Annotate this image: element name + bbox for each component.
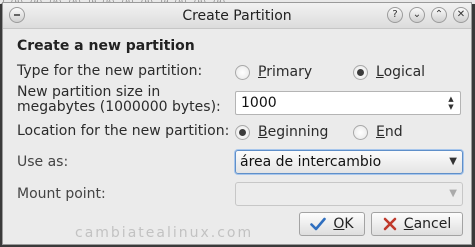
mount-point-label: Mount point: [17, 186, 106, 202]
radio-end-circle[interactable] [353, 124, 368, 140]
size-label-line2: megabytes (1000000 bytes): [17, 99, 221, 115]
radio-beginning-label: Beginning [258, 124, 329, 140]
radio-beginning[interactable]: Beginning [235, 124, 328, 140]
use-as-select[interactable]: área de intercambio ▼ [235, 150, 463, 174]
use-as-value: área de intercambio [240, 154, 382, 170]
type-label: Type for the new partition: [17, 63, 203, 79]
title-bar[interactable]: Create Partition ? ⌄ ⌃ ✕ [3, 3, 471, 29]
cancel-label: Cancel [403, 216, 452, 232]
use-as-label: Use as: [17, 154, 69, 170]
cancel-x-icon [383, 217, 397, 231]
radio-logical[interactable]: Logical [353, 64, 425, 80]
mount-point-select[interactable]: ▼ [235, 182, 463, 206]
size-label-line1: New partition size in [17, 84, 161, 100]
radio-end[interactable]: End [353, 124, 403, 140]
spin-arrows-icon[interactable]: ▲ ▼ [446, 95, 456, 111]
size-value[interactable]: 1000 [241, 95, 277, 111]
location-label: Location for the new partition: [17, 123, 230, 139]
maximize-icon[interactable]: ⌃ [431, 7, 447, 23]
size-label: New partition size in megabytes (1000000… [17, 85, 221, 115]
radio-primary-circle[interactable] [235, 64, 250, 80]
ok-button[interactable]: OK [299, 212, 365, 236]
radio-primary[interactable]: Primary [235, 64, 312, 80]
create-partition-dialog: Create Partition ? ⌄ ⌃ ✕ Create a new pa… [2, 2, 472, 245]
minimize-icon[interactable]: ⌄ [409, 7, 425, 23]
size-spinbox[interactable]: 1000 ▲ ▼ [235, 91, 461, 115]
check-icon [310, 217, 327, 231]
ok-label: OK [333, 216, 354, 232]
watermark: cambiatealinux.com [75, 225, 254, 241]
radio-end-label: End [376, 124, 403, 140]
help-icon[interactable]: ? [387, 7, 403, 23]
chevron-down-icon[interactable]: ▼ [449, 156, 457, 167]
cancel-button[interactable]: Cancel [371, 212, 463, 236]
radio-logical-label: Logical [376, 64, 426, 80]
radio-logical-circle[interactable] [353, 64, 368, 80]
dialog-heading: Create a new partition [17, 38, 195, 54]
close-icon[interactable]: ✕ [453, 7, 469, 23]
chevron-down-icon: ▼ [449, 188, 457, 199]
radio-beginning-circle[interactable] [235, 124, 250, 140]
radio-primary-label: Primary [258, 64, 313, 80]
